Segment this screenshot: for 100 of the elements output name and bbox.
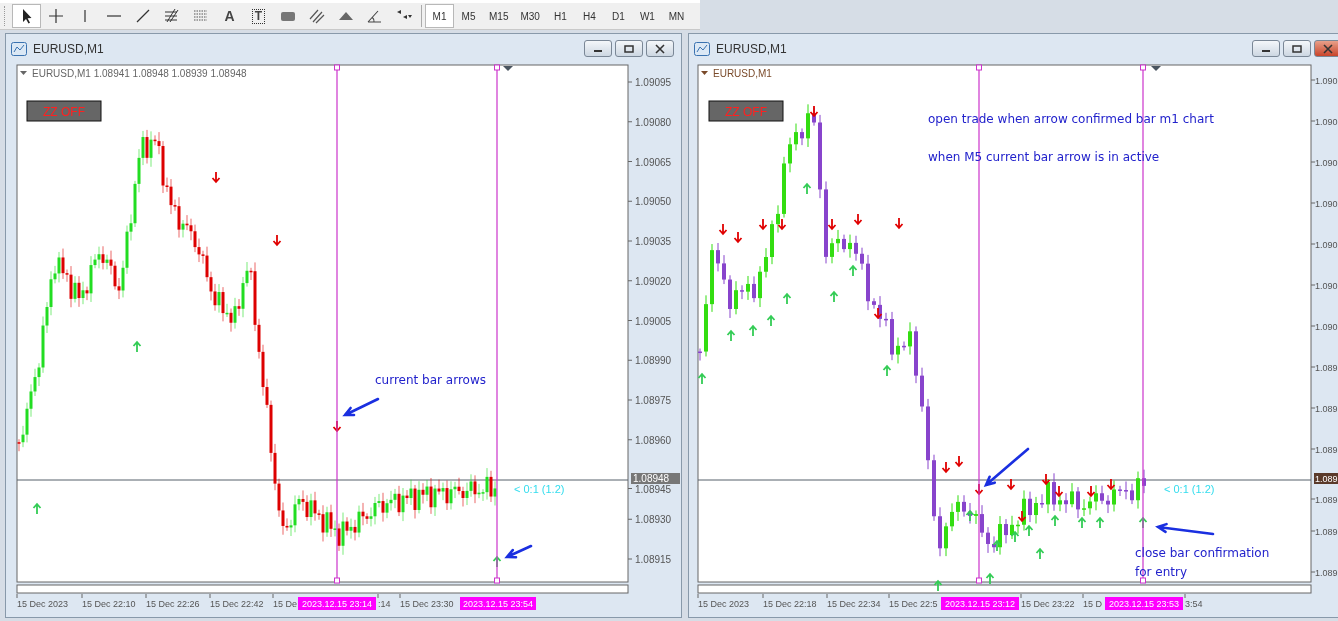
- down-arrow-icon: [894, 217, 904, 230]
- dropdown-icon[interactable]: [20, 71, 27, 75]
- time-label: 15 D: [1083, 599, 1102, 609]
- down-arrow-icon: [853, 213, 863, 226]
- up-arrow-icon: [1035, 547, 1045, 560]
- price-label: 1.08960: [635, 434, 672, 446]
- price-label: 1.08975: [635, 395, 672, 406]
- up-arrow-icon: [748, 324, 758, 337]
- text-tool-button[interactable]: A: [215, 4, 244, 28]
- down-arrow-icon: [1086, 485, 1096, 498]
- close-button[interactable]: [646, 40, 674, 57]
- time-label: 15 Dec 22:18: [763, 599, 817, 609]
- timeframe-button[interactable]: H1: [545, 4, 575, 28]
- maximize-button[interactable]: [1283, 40, 1311, 57]
- time-label: 15 Dec 22:5: [889, 599, 938, 609]
- pointer-arrow: [1155, 522, 1215, 536]
- up-arrow-icon: [802, 182, 812, 195]
- up-arrow-icon: [766, 314, 776, 327]
- price-label: 1.090: [1315, 117, 1338, 127]
- minimize-icon: [594, 50, 602, 52]
- down-arrow-icon: [1006, 478, 1016, 491]
- price-label: 1.090: [1315, 240, 1338, 250]
- timeframe-button[interactable]: M5: [454, 4, 483, 28]
- price-label: 1.090: [1315, 199, 1338, 209]
- price-label: 1.09050: [635, 196, 672, 208]
- timeframe-button[interactable]: W1: [632, 4, 662, 28]
- shift-marker-icon[interactable]: [1151, 66, 1161, 71]
- window-title: EURUSD,M1: [33, 41, 104, 56]
- time-label: 15 Dec 23:22: [1021, 599, 1075, 609]
- down-arrow-icon: [777, 218, 787, 231]
- minimize-button[interactable]: [1252, 40, 1280, 57]
- up-arrow-icon: [1077, 516, 1087, 529]
- cursor-tool-button[interactable]: [12, 4, 41, 28]
- minimize-icon: [1262, 50, 1270, 52]
- annotation-text: for entry: [1135, 565, 1188, 579]
- crosshair-icon: [46, 7, 65, 25]
- price-label: 1.08930: [635, 514, 672, 526]
- dropdown-icon[interactable]: [701, 71, 708, 75]
- window-title: EURUSD,M1: [716, 41, 787, 56]
- time-label: :14: [378, 599, 391, 609]
- annotation-text: current bar arrows: [375, 373, 486, 387]
- maximize-icon: [623, 43, 635, 54]
- time-label: 15 Dec 22:10: [82, 599, 136, 609]
- maximize-button[interactable]: [615, 40, 643, 57]
- price-label: 1.090: [1315, 322, 1338, 332]
- up-arrow-icon: [726, 329, 736, 342]
- chart-header: EURUSD,M1: [713, 68, 772, 79]
- line-time-label: 2023.12.15 23:14: [298, 597, 376, 610]
- ratio-label: < 0:1 (1.2): [1164, 483, 1215, 495]
- price-label: 1.09035: [635, 236, 672, 247]
- time-label: 15 Dec 23:30: [400, 599, 454, 609]
- time-label: 15 De: [273, 599, 298, 609]
- down-arrow-icon: [873, 307, 883, 320]
- timeframe-button[interactable]: M1: [425, 4, 454, 28]
- up-arrow-icon: [1050, 514, 1060, 527]
- time-label: 15 Dec 2023: [698, 599, 750, 609]
- parallel-lines-icon: [307, 7, 326, 25]
- price-label: 1.090: [1315, 158, 1338, 168]
- vertical-line[interactable]: [334, 64, 340, 584]
- up-arrow-icon: [782, 292, 792, 305]
- down-arrow-icon: [827, 218, 837, 231]
- timeframe-button[interactable]: D1: [603, 4, 633, 28]
- down-arrow-icon: [1041, 473, 1051, 486]
- down-arrow-icon: [809, 105, 819, 118]
- hatched-lines-icon: [162, 7, 181, 25]
- down-arrow-icon: [954, 455, 964, 468]
- down-arrow-icon: [941, 461, 951, 474]
- line-time-label: 2023.12.15 23:12: [941, 597, 1019, 610]
- close-button[interactable]: [1314, 40, 1338, 57]
- minimize-button[interactable]: [584, 40, 612, 57]
- price-label: 1.09095: [635, 77, 672, 88]
- chart-window-icon: [11, 41, 27, 56]
- time-label: 15 Dec 22:26: [146, 599, 200, 609]
- close-icon: [1322, 43, 1334, 54]
- down-arrow-icon: [733, 231, 743, 244]
- maximize-icon: [1291, 43, 1303, 54]
- line-time-label: 2023.12.15 23:54: [460, 597, 536, 610]
- time-label: 15 Dec 2023: [17, 599, 69, 609]
- ratio-label: < 0:1 (1.2): [514, 483, 565, 495]
- timeframe-button[interactable]: H4: [574, 4, 604, 28]
- price-label: 1.089: [1315, 363, 1338, 373]
- price-label: 1.09080: [635, 116, 672, 128]
- price-label: 1.09065: [635, 156, 672, 168]
- annotation-text: when M5 current bar arrow is in active: [928, 150, 1160, 164]
- pointer-arrow: [983, 447, 1030, 487]
- up-arrow-icon: [992, 539, 1002, 552]
- down-arrow-icon: [1054, 485, 1064, 498]
- textlabel-tool-button[interactable]: T: [244, 4, 273, 28]
- shift-marker-icon[interactable]: [503, 66, 513, 71]
- vertical-line-icon: [82, 9, 87, 23]
- price-label: 1.09020: [635, 275, 672, 287]
- timeframe-button[interactable]: MN: [661, 4, 691, 28]
- price-label: 1.089: [1315, 445, 1338, 455]
- pointer-arrow: [504, 544, 533, 559]
- timeframe-button[interactable]: M15: [483, 4, 515, 28]
- up-arrow-icon: [1024, 524, 1034, 537]
- time-label: 15 Dec 22:34: [827, 599, 881, 609]
- close-icon: [654, 43, 666, 54]
- timeframe-button[interactable]: M30: [514, 4, 546, 28]
- annotation-text: open trade when arrow confirmed bar m1 chart: [928, 112, 1214, 126]
